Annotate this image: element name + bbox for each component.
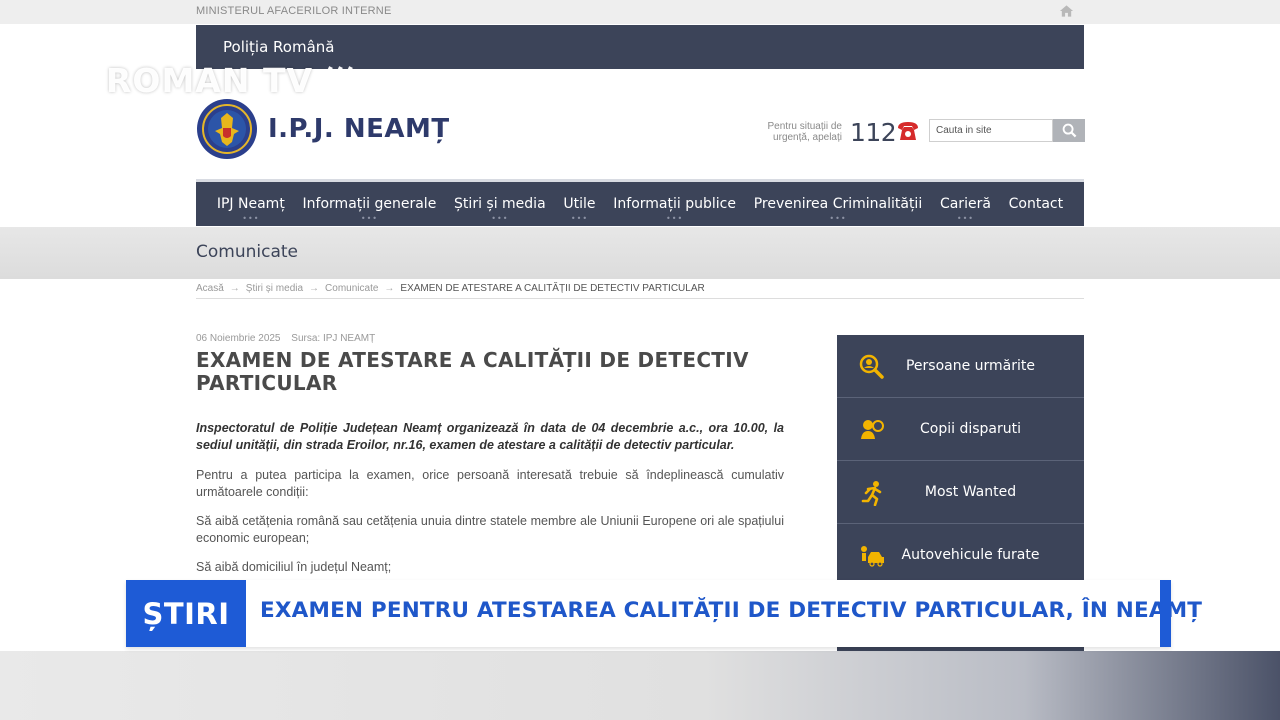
nav-item-cariera[interactable]: Carieră ••• — [940, 182, 991, 226]
breadcrumb-link-home[interactable]: Acasă — [196, 283, 224, 298]
article-title: EXAMEN DE ATESTARE A CALITĂȚII DE DETECT… — [196, 348, 749, 395]
sidebar-item-autovehicule-furate[interactable]: Autovehicule furate — [837, 524, 1084, 587]
tv-watermark: ROMAN TV — [106, 60, 359, 100]
news-lower-third: ȘTIRI EXAMEN PENTRU ATESTAREA CALITĂȚII … — [126, 580, 1202, 647]
news-tag: ȘTIRI — [126, 580, 246, 647]
search-person-icon — [859, 354, 884, 379]
bottom-fade — [0, 651, 1280, 720]
child-icon — [861, 420, 884, 439]
nav-item-label: Contact — [1008, 196, 1064, 212]
article-date: 06 Noiembrie 2025 — [196, 333, 281, 344]
breadcrumb-separator: → — [384, 283, 395, 294]
tv-watermark-text: ROMAN TV — [106, 60, 313, 100]
sidebar-item-copii-disparuti[interactable]: Copii disparuti — [837, 398, 1084, 461]
breadcrumb-separator: → — [229, 283, 240, 294]
nav-item-label: Informații generale — [302, 196, 437, 212]
article-body: Inspectoratul de Poliție Județean Neamț … — [196, 420, 784, 589]
car-icon — [861, 546, 884, 567]
submenu-dots-icon: ••• — [570, 214, 589, 223]
police-crest-logo[interactable] — [196, 98, 258, 160]
submenu-dots-icon: ••• — [666, 214, 684, 223]
main-nav: IPJ Neamț ••• Informații generale ••• Șt… — [196, 179, 1084, 226]
article-paragraph: Pentru a putea participa la examen, oric… — [196, 468, 784, 499]
section-title: Comunicate — [196, 242, 298, 262]
submenu-dots-icon: ••• — [491, 214, 509, 223]
nav-item-contact[interactable]: Contact — [1009, 182, 1063, 226]
nav-item-label: IPJ Neamț — [216, 196, 285, 212]
nav-item-informatii-publice[interactable]: Informații publice ••• — [613, 182, 736, 226]
news-headline: EXAMEN PENTRU ATESTAREA CALITĂȚII DE DET… — [260, 598, 1203, 623]
tv-slashes-icon — [317, 66, 359, 94]
search-button[interactable] — [1053, 119, 1085, 142]
breadcrumb-separator: → — [309, 283, 320, 294]
news-accent-bar — [1160, 580, 1171, 647]
nav-item-informatii-generale[interactable]: Informații generale ••• — [303, 182, 437, 226]
nav-item-stiri-media[interactable]: Știri și media ••• — [454, 182, 546, 226]
submenu-dots-icon: ••• — [242, 214, 260, 223]
phone-icon — [898, 122, 918, 140]
breadcrumb: Acasă → Știri și media → Comunicate → EX… — [196, 283, 1084, 299]
article-paragraph: Să aibă domiciliul în județul Neamț; — [196, 560, 392, 574]
home-icon[interactable] — [1059, 4, 1074, 18]
nav-item-label: Știri și media — [454, 196, 546, 212]
article-source: Sursa: IPJ NEAMȚ — [291, 333, 376, 344]
runner-icon — [861, 481, 882, 506]
nav-item-label: Prevenirea Criminalității — [753, 196, 923, 212]
nav-item-label: Carieră — [939, 196, 991, 212]
breadcrumb-current: EXAMEN DE ATESTARE A CALITĂȚII DE DETECT… — [400, 283, 705, 294]
nav-item-label: Utile — [563, 196, 596, 212]
submenu-dots-icon: ••• — [829, 214, 847, 223]
submenu-dots-icon: ••• — [956, 214, 974, 223]
submenu-dots-icon: ••• — [360, 214, 378, 223]
sidebar-item-most-wanted[interactable]: Most Wanted — [837, 461, 1084, 524]
article-paragraph: Să aibă cetățenia română sau cetățenia u… — [196, 514, 784, 545]
breadcrumb-link-stiri[interactable]: Știri și media — [246, 283, 303, 298]
search-input[interactable] — [930, 120, 1052, 141]
nav-item-label: Informații publice — [613, 196, 736, 212]
section-band: Comunicate — [0, 227, 1280, 279]
search-box — [929, 119, 1053, 142]
breadcrumb-link-comunicate[interactable]: Comunicate — [325, 283, 378, 298]
nav-item-prevenirea-criminalitatii[interactable]: Prevenirea Criminalității ••• — [754, 182, 923, 226]
sidebar-item-persoane-urmarite[interactable]: Persoane urmărite — [837, 335, 1084, 398]
ministry-label: MINISTERUL AFACERILOR INTERNE — [196, 5, 392, 17]
brand-label[interactable]: Poliția Română — [223, 38, 334, 56]
nav-item-utile[interactable]: Utile ••• — [563, 182, 595, 226]
article-meta: 06 Noiembrie 2025 Sursa: IPJ NEAMȚ — [196, 333, 375, 344]
site-title[interactable]: I.P.J. NEAMȚ — [268, 114, 450, 144]
emergency-text: Pentru situații de urgență, apelați — [767, 121, 843, 143]
article-lead: Inspectoratul de Poliție Județean Neamț … — [196, 421, 784, 452]
ministry-strip: MINISTERUL AFACERILOR INTERNE — [0, 0, 1280, 24]
emergency-number: 112 — [850, 118, 897, 147]
search-icon — [1062, 123, 1076, 138]
nav-item-ipj-neamt[interactable]: IPJ Neamț ••• — [217, 182, 285, 226]
news-tag-label: ȘTIRI — [142, 596, 230, 631]
